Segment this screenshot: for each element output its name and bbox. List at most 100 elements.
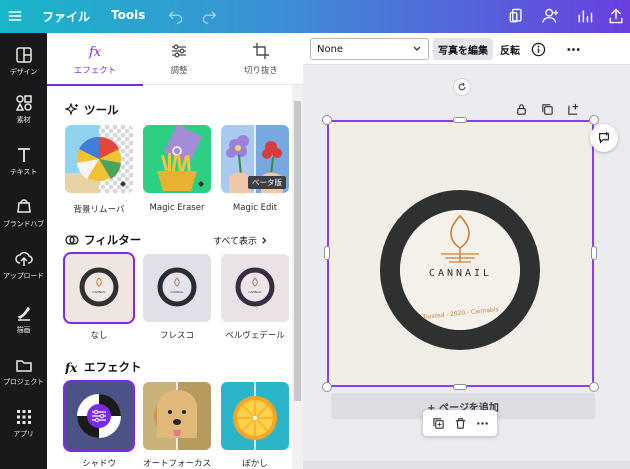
resize-handle[interactable] xyxy=(453,117,467,123)
rail-item-design[interactable]: デザイン xyxy=(0,37,47,85)
analytics-icon[interactable] xyxy=(574,5,596,27)
duplicate-icon[interactable] xyxy=(430,415,446,431)
left-rail: デザイン 素材 テキスト ブランドハブ アップロード 描画 プロジェクト アプリ xyxy=(0,33,47,469)
effect-caption: ぼかし xyxy=(242,459,268,469)
add-page-icon[interactable] xyxy=(567,103,581,117)
tool-magic-eraser[interactable] xyxy=(143,125,211,193)
effect-caption: シャドウ xyxy=(81,459,116,469)
orange-image xyxy=(221,382,289,450)
beta-badge: ベータ版 xyxy=(248,176,286,189)
resize-handle[interactable] xyxy=(322,115,332,125)
see-all-link[interactable]: すべて表示 xyxy=(213,234,269,247)
elements-icon xyxy=(15,94,32,111)
apps-icon xyxy=(16,409,31,424)
effects-panel: fx エフェクト 調整 切り抜き ツール 背景リムーバ Magic Eraser… xyxy=(47,33,303,469)
logo-thumbnail: CANNAIL xyxy=(157,267,197,307)
rail-item-text[interactable]: テキスト xyxy=(0,137,47,185)
panel-tabs: fx エフェクト 調整 切り抜き xyxy=(47,33,303,86)
text-icon xyxy=(17,147,30,162)
svg-text:CANNAIL: CANNAIL xyxy=(248,290,262,294)
filter-caption: なし xyxy=(90,331,108,341)
undo-icon[interactable] xyxy=(166,6,186,26)
rail-item-upload[interactable]: アップロード xyxy=(0,241,47,289)
resize-handle[interactable] xyxy=(322,382,332,392)
add-comment-button[interactable] xyxy=(590,124,618,152)
canvas-area: CANNAIL Trusted · 2020 · Cannabis + ページを… xyxy=(303,65,630,469)
edit-photo-button[interactable]: 写真を編集 xyxy=(433,38,493,60)
logo-text: CANNAIL xyxy=(428,268,493,279)
tab-effects[interactable]: fx エフェクト xyxy=(47,33,143,86)
rail-item-draw[interactable]: 描画 xyxy=(0,295,47,343)
logo-thumbnail: CANNAIL xyxy=(79,267,119,307)
add-people-icon[interactable] xyxy=(538,5,562,27)
effect-autofocus[interactable] xyxy=(143,382,211,450)
share-icon[interactable] xyxy=(605,5,627,27)
brand-icon xyxy=(16,198,31,213)
font-select[interactable]: None xyxy=(310,38,429,60)
effect-caption: オートフォーカス xyxy=(142,459,211,469)
fries-image xyxy=(143,125,211,193)
chevron-right-icon xyxy=(262,237,267,244)
fx-icon: fx xyxy=(65,361,78,374)
effect-blur[interactable] xyxy=(221,382,289,450)
resize-icon[interactable] xyxy=(505,5,527,27)
beach-ball-image xyxy=(65,125,133,193)
lock-icon[interactable] xyxy=(515,103,529,117)
shadow-thumbnail xyxy=(65,382,133,450)
tools-title: ツール xyxy=(84,103,119,117)
rail-label: アプリ xyxy=(13,429,34,438)
rail-item-projects[interactable]: プロジェクト xyxy=(0,347,47,395)
more-icon[interactable] xyxy=(474,415,490,431)
rail-item-brand[interactable]: ブランドハブ xyxy=(0,189,47,237)
floating-toolbar xyxy=(423,410,497,436)
effects-title: エフェクト xyxy=(84,360,142,374)
upload-icon xyxy=(14,251,33,266)
svg-text:fx: fx xyxy=(65,361,78,374)
tool-caption: Magic Edit xyxy=(232,203,278,213)
more-icon[interactable] xyxy=(563,38,583,60)
tab-crop[interactable]: 切り抜き xyxy=(219,33,303,85)
folder-icon xyxy=(15,359,32,372)
filters-heading: フィルター xyxy=(65,232,141,248)
resize-handle[interactable] xyxy=(589,382,599,392)
filter-fresco[interactable]: CANNAIL xyxy=(143,254,211,322)
tab-label: エフェクト xyxy=(73,66,117,76)
menu-icon[interactable] xyxy=(5,6,25,26)
context-toolbar: None 写真を編集 反転 xyxy=(303,33,630,65)
rail-label: 素材 xyxy=(16,115,31,124)
duplicate-page-icon[interactable] xyxy=(541,103,555,117)
resize-handle[interactable] xyxy=(324,246,330,260)
svg-text:fx: fx xyxy=(88,45,102,60)
info-icon[interactable] xyxy=(529,38,547,60)
effects-heading: fx エフェクト xyxy=(65,359,142,375)
flip-button[interactable]: 反転 xyxy=(497,38,523,60)
rail-item-apps[interactable]: アプリ xyxy=(0,399,47,447)
filter-belvedere[interactable]: CANNAIL xyxy=(221,254,289,322)
effect-shadow[interactable] xyxy=(63,380,135,452)
canvas-scrollbar[interactable] xyxy=(303,461,630,469)
rail-label: アップロード xyxy=(3,271,44,280)
layout-icon xyxy=(15,46,32,63)
rotate-icon[interactable] xyxy=(453,78,471,96)
tools-menu[interactable]: Tools xyxy=(111,8,145,22)
resize-handle[interactable] xyxy=(589,115,599,125)
tool-background-remover[interactable] xyxy=(65,125,133,193)
svg-text:CANNAIL: CANNAIL xyxy=(92,290,106,294)
rail-label: プロジェクト xyxy=(3,377,44,386)
tool-magic-edit[interactable]: ベータ版 xyxy=(221,125,289,193)
design-page[interactable]: CANNAIL Trusted · 2020 · Cannabis xyxy=(327,120,594,387)
panel-scrollbar-thumb[interactable] xyxy=(294,101,301,401)
file-menu[interactable]: ファイル xyxy=(42,8,90,25)
logo-thumbnail: CANNAIL xyxy=(235,267,275,307)
tab-adjust[interactable]: 調整 xyxy=(137,33,221,85)
sparkle-icon xyxy=(65,103,78,116)
tool-caption: 背景リムーバ xyxy=(73,205,125,215)
resize-handle[interactable] xyxy=(453,384,467,390)
sliders-icon xyxy=(92,409,106,423)
resize-handle[interactable] xyxy=(591,246,597,260)
trash-icon[interactable] xyxy=(452,415,468,431)
rail-item-elements[interactable]: 素材 xyxy=(0,85,47,133)
redo-icon[interactable] xyxy=(199,6,219,26)
filter-none[interactable]: CANNAIL xyxy=(63,252,135,324)
rail-label: ブランドハブ xyxy=(3,219,44,228)
